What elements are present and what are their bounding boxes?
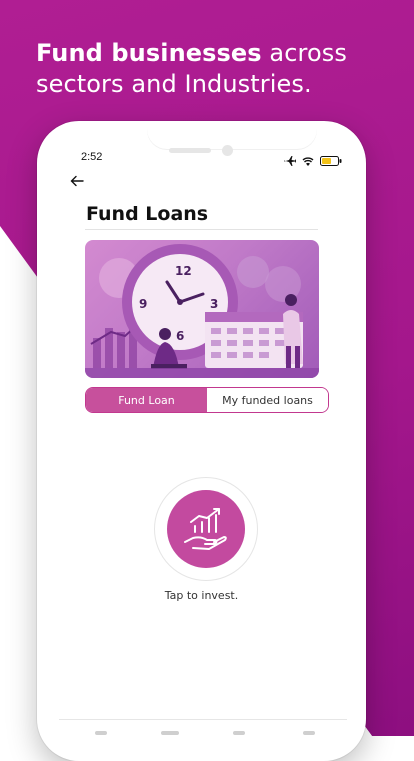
bottom-nav-item-stub[interactable] xyxy=(161,731,179,735)
svg-text:3: 3 xyxy=(210,297,218,311)
phone-notch xyxy=(147,121,317,149)
phone-mockup: 2:52 Fund Loans 12 3 9 6 Fund Loan My fu… xyxy=(37,121,366,761)
bottom-nav-item-stub[interactable] xyxy=(233,731,245,735)
tab-my-funded-loans[interactable]: My funded loans xyxy=(207,388,328,412)
promo-headline: Fund businesses across sectors and Indus… xyxy=(36,38,396,100)
airplane-icon xyxy=(284,151,297,170)
loan-tab-switch: Fund Loan My funded loans xyxy=(85,387,329,413)
promo-headline-bold: Fund businesses xyxy=(36,39,262,67)
tab-fund-loan[interactable]: Fund Loan xyxy=(86,388,207,412)
banner-illustration: 12 3 9 6 xyxy=(85,240,319,378)
bottom-nav-divider xyxy=(59,719,347,720)
bottom-nav-item-stub[interactable] xyxy=(303,731,315,735)
phone-camera xyxy=(222,145,233,156)
status-time: 2:52 xyxy=(81,151,103,163)
phone-speaker xyxy=(169,148,211,153)
invest-caption: Tap to invest. xyxy=(164,589,239,602)
invest-button[interactable] xyxy=(154,477,258,581)
bottom-nav-item-stub[interactable] xyxy=(95,731,107,735)
back-arrow-icon[interactable] xyxy=(69,173,85,189)
invest-button-inner xyxy=(167,490,245,568)
svg-text:6: 6 xyxy=(176,329,184,343)
svg-text:9: 9 xyxy=(139,297,147,311)
status-icons xyxy=(284,151,342,170)
battery-icon xyxy=(320,151,342,170)
page-title: Fund Loans xyxy=(86,203,209,225)
wifi-icon xyxy=(302,151,314,170)
title-divider xyxy=(85,229,318,230)
hand-growth-chart-icon xyxy=(184,508,227,550)
svg-text:12: 12 xyxy=(175,264,192,278)
